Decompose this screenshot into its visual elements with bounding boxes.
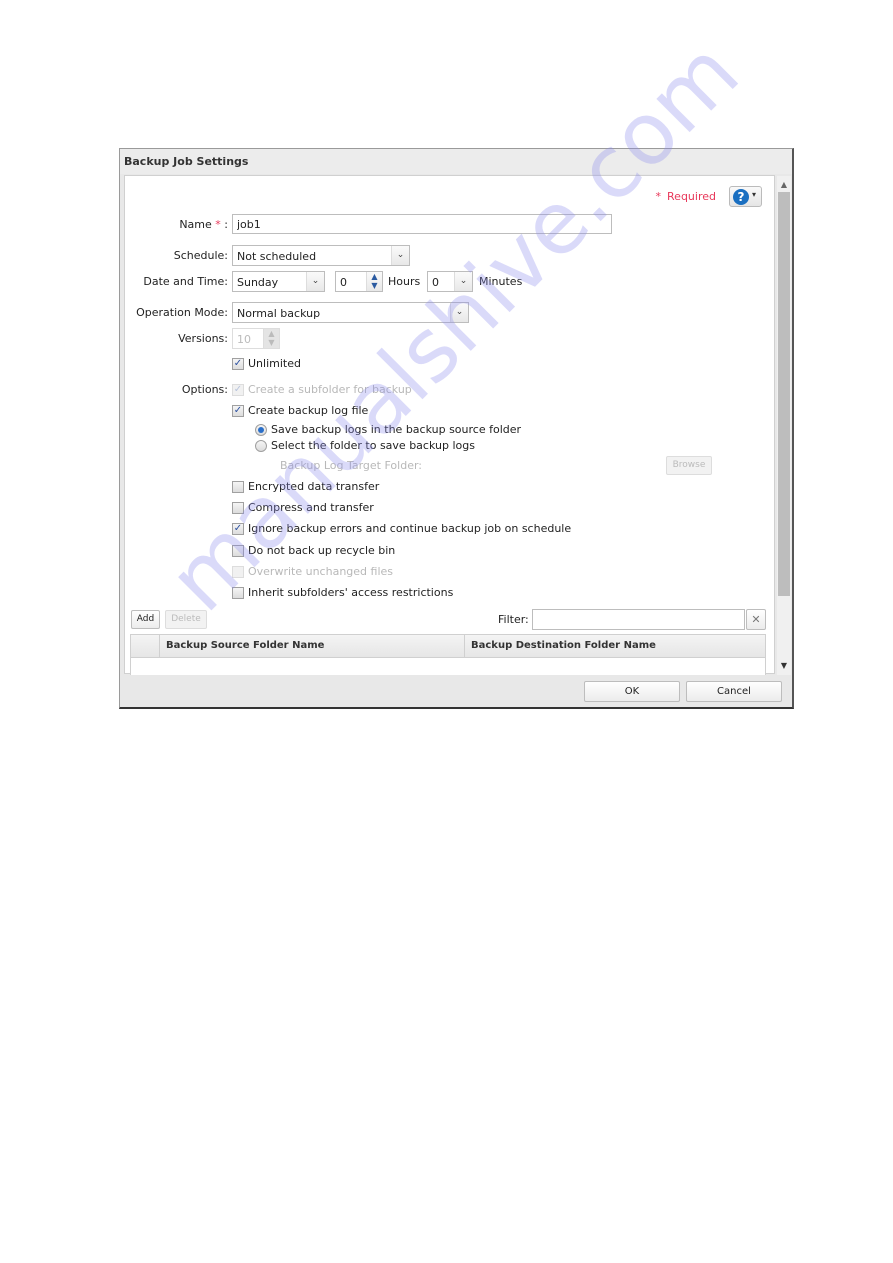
required-label: Required [667,190,716,203]
ignore-errors-checkbox[interactable]: ✓ [232,523,244,535]
delete-button: Delete [165,610,207,629]
operation-mode-label: Operation Mode: [136,306,228,319]
inherit-access-label: Inherit subfolders' access restrictions [248,586,454,599]
minutes-label: Minutes [479,275,523,288]
column-source-folder[interactable]: Backup Source Folder Name [159,635,464,657]
compress-transfer-checkbox[interactable] [232,502,244,514]
chevron-down-icon: ⌄ [306,272,324,291]
versions-value: 10 [237,333,251,346]
operation-mode-value: Normal backup [237,307,321,320]
cancel-button[interactable]: Cancel [686,681,782,702]
question-circle-icon: ? [733,189,749,205]
save-log-source-radio[interactable] [255,424,267,436]
date-time-label: Date and Time: [143,275,228,288]
scroll-up-icon[interactable]: ▲ [777,178,791,192]
select-log-folder-label: Select the folder to save backup logs [271,439,475,452]
no-recycle-bin-label: Do not back up recycle bin [248,544,396,557]
folder-table-body [130,658,766,675]
minutes-select[interactable]: 0 ⌄ [427,271,473,292]
filter-input[interactable] [532,609,745,630]
operation-mode-select[interactable]: Normal backup ⌄ [232,302,469,323]
encrypted-transfer-checkbox[interactable] [232,481,244,493]
required-star: * [655,190,662,203]
overwrite-unchanged-checkbox [232,566,244,578]
versions-label: Versions: [178,332,228,345]
create-subfolder-label: Create a subfolder for backup [248,383,412,396]
compress-transfer-label: Compress and transfer [248,501,374,514]
browse-button: Browse [666,456,712,475]
hours-stepper[interactable]: 0 ▲ ▼ [335,271,383,292]
scroll-down-icon[interactable]: ▼ [777,659,791,673]
column-destination-folder[interactable]: Backup Destination Folder Name [464,635,765,657]
clear-filter-icon[interactable]: ✕ [746,609,766,630]
encrypted-transfer-label: Encrypted data transfer [248,480,380,493]
schedule-label: Schedule: [173,249,228,262]
chevron-down-icon: ⌄ [454,272,472,291]
help-button[interactable]: ? ▾ [729,186,762,207]
unlimited-label: Unlimited [248,357,301,370]
select-log-folder-radio[interactable] [255,440,267,452]
add-button[interactable]: Add [131,610,160,629]
unlimited-checkbox[interactable]: ✓ [232,358,244,370]
versions-stepper: 10 ▲ ▼ [232,328,280,349]
required-legend: * Required [656,190,716,203]
schedule-value: Not scheduled [237,250,317,263]
dialog-body: * Required ? ▾ Name * : Schedule: Not sch… [124,175,791,675]
day-select[interactable]: Sunday ⌄ [232,271,325,292]
name-colon: : [224,218,228,231]
create-subfolder-checkbox: ✓ [232,384,244,396]
overwrite-unchanged-label: Overwrite unchanged files [248,565,393,578]
folder-table-header: Backup Source Folder Name Backup Destina… [130,634,766,658]
spin-arrows-icon: ▲ ▼ [263,329,279,348]
spin-arrows-icon[interactable]: ▲ ▼ [366,272,382,291]
name-label: Name * : [145,218,228,231]
log-target-folder-label: Backup Log Target Folder: [280,459,422,472]
scroll-thumb[interactable] [778,192,790,596]
name-label-text: Name [179,218,212,231]
chevron-down-icon: ⌄ [450,303,468,322]
name-required-mark: * [215,218,221,231]
save-log-source-label: Save backup logs in the backup source fo… [271,423,522,436]
name-input[interactable] [232,214,612,234]
filter-label: Filter: [498,613,529,626]
create-log-file-label: Create backup log file [248,404,369,417]
options-label: Options: [181,383,228,396]
hours-label: Hours [388,275,421,288]
ok-button[interactable]: OK [584,681,680,702]
day-value: Sunday [237,276,279,289]
create-log-file-checkbox[interactable]: ✓ [232,405,244,417]
ignore-errors-label: Ignore backup errors and continue backup… [248,522,572,535]
hours-value: 0 [340,276,347,289]
backup-job-settings-dialog: Backup Job Settings * Required ? ▾ Name *… [119,148,794,709]
caret-down-icon: ▾ [752,190,757,199]
chevron-down-icon: ⌄ [391,246,409,265]
minutes-value: 0 [432,276,439,289]
dialog-title: Backup Job Settings [120,149,792,174]
vertical-scrollbar[interactable]: ▲ ▼ [777,176,791,675]
no-recycle-bin-checkbox[interactable] [232,545,244,557]
inherit-access-checkbox[interactable] [232,587,244,599]
schedule-select[interactable]: Not scheduled ⌄ [232,245,410,266]
